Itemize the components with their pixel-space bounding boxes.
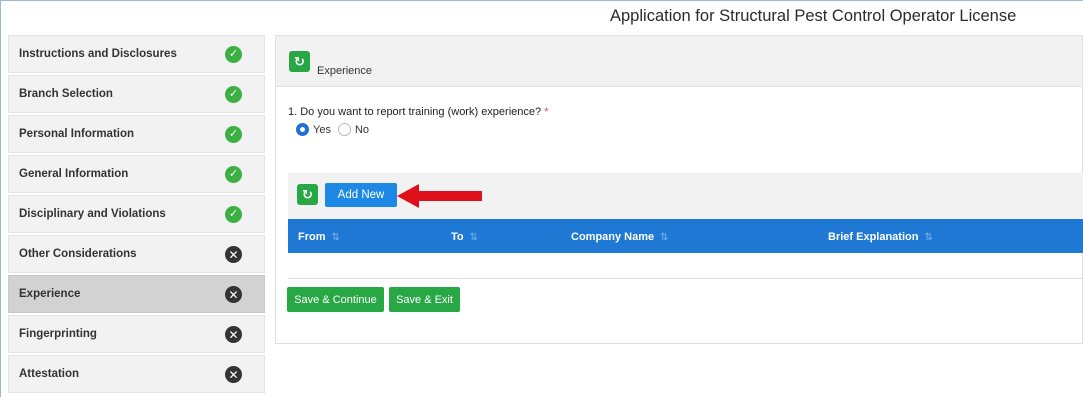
question-label: 1. Do you want to report training (work)… — [288, 106, 548, 118]
refresh-icon[interactable]: ↻ — [289, 51, 310, 72]
radio-group: Yes No — [296, 123, 376, 136]
radio-yes-label[interactable]: Yes — [313, 124, 331, 136]
sidebar-item-label: General Information — [19, 168, 129, 180]
column-header-to[interactable]: To ⇅ — [451, 231, 478, 243]
sidebar-item-branch-selection[interactable]: Branch Selection ✓ — [8, 75, 265, 113]
check-icon: ✓ — [225, 86, 242, 103]
check-icon: ✓ — [225, 46, 242, 63]
page-title: Application for Structural Pest Control … — [610, 7, 1017, 25]
panel-header: ↻ Experience — [276, 36, 1082, 87]
column-label: From — [298, 231, 326, 243]
save-exit-button[interactable]: Save & Exit — [389, 287, 460, 312]
sort-icon: ⇅ — [660, 232, 669, 243]
section-title: Experience — [317, 65, 373, 77]
sidebar-item-label: Fingerprinting — [19, 328, 97, 340]
sidebar-item-disciplinary-and-violations[interactable]: Disciplinary and Violations ✓ — [8, 195, 265, 233]
x-icon: ✕ — [225, 286, 242, 303]
sidebar: Instructions and Disclosures ✓ Branch Se… — [8, 35, 265, 397]
sort-icon: ⇅ — [331, 232, 340, 243]
sidebar-item-general-information[interactable]: General Information ✓ — [8, 155, 265, 193]
required-marker: * — [544, 106, 549, 118]
radio-no[interactable] — [337, 123, 351, 136]
column-label: To — [451, 231, 464, 243]
sidebar-item-label: Instructions and Disclosures — [19, 48, 177, 60]
question-text: 1. Do you want to report training (work)… — [288, 106, 542, 118]
sort-icon: ⇅ — [924, 232, 933, 243]
sidebar-item-label: Personal Information — [19, 128, 135, 140]
save-continue-button[interactable]: Save & Continue — [287, 287, 384, 312]
sidebar-item-personal-information[interactable]: Personal Information ✓ — [8, 115, 265, 153]
check-icon: ✓ — [225, 166, 242, 183]
column-header-from[interactable]: From ⇅ — [298, 231, 340, 243]
sidebar-item-fingerprinting[interactable]: Fingerprinting ✕ — [8, 315, 265, 353]
sidebar-item-label: Disciplinary and Violations — [19, 208, 166, 220]
column-header-company-name[interactable]: Company Name ⇅ — [571, 231, 669, 243]
radio-no-label[interactable]: No — [355, 124, 369, 136]
radio-yes[interactable] — [296, 123, 309, 136]
check-icon: ✓ — [225, 126, 242, 143]
column-label: Company Name — [571, 231, 655, 243]
sidebar-item-label: Branch Selection — [19, 88, 113, 100]
sidebar-item-experience[interactable]: Experience ✕ — [8, 275, 265, 313]
sidebar-item-label: Attestation — [19, 368, 80, 380]
sidebar-item-instructions-and-disclosures[interactable]: Instructions and Disclosures ✓ — [8, 35, 265, 73]
sidebar-item-label: Other Considerations — [19, 248, 137, 260]
red-arrow-annotation-icon — [397, 184, 482, 208]
grid-refresh-icon[interactable]: ↻ — [297, 184, 318, 205]
sort-icon: ⇅ — [469, 232, 479, 243]
column-header-brief-explanation[interactable]: Brief Explanation ⇅ — [828, 231, 933, 243]
sidebar-item-attestation[interactable]: Attestation ✕ — [8, 355, 265, 393]
grid-header: From ⇅ To ⇅ Company Name ⇅ Brief Explanatio… — [288, 219, 1083, 253]
x-icon: ✕ — [225, 326, 242, 343]
x-icon: ✕ — [225, 246, 242, 263]
check-icon: ✓ — [225, 206, 242, 223]
x-icon: ✕ — [225, 366, 242, 383]
sidebar-item-other-considerations[interactable]: Other Considerations ✕ — [8, 235, 265, 273]
add-new-button[interactable]: Add New — [325, 183, 397, 207]
grid-empty-body — [288, 278, 1083, 279]
sidebar-item-label: Experience — [19, 288, 81, 300]
column-label: Brief Explanation — [828, 231, 919, 243]
